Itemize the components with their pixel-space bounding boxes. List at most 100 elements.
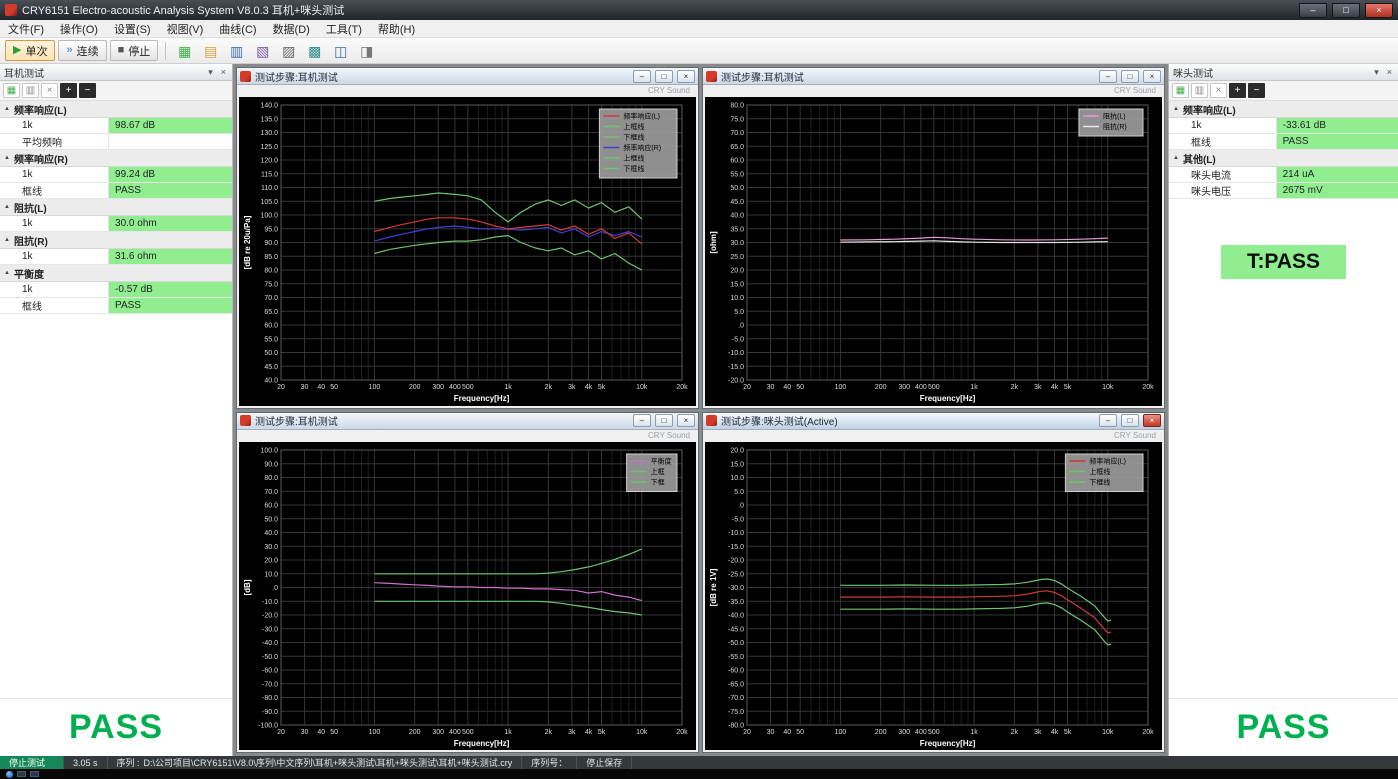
svg-text:90.0: 90.0 <box>264 240 278 247</box>
open-file-button[interactable]: ▤ <box>199 40 222 61</box>
chart-maximize-button[interactable]: □ <box>655 70 673 83</box>
result-group-2[interactable]: ▲频率响应(R) <box>0 150 232 167</box>
grid-view-button[interactable]: ▦ <box>1172 83 1189 98</box>
data-view-button[interactable]: ▩ <box>303 40 326 61</box>
collapse-all-button[interactable]: − <box>79 83 96 98</box>
group-expand-icon: ▲ <box>4 106 10 112</box>
taskbar-app-button[interactable] <box>30 771 39 777</box>
print-icon: ▨ <box>282 44 295 58</box>
group-name: 阻抗(L) <box>14 200 47 215</box>
menu-item-5[interactable]: 曲线(C) <box>211 20 264 38</box>
single-run-button[interactable]: ▶单次 <box>5 40 55 61</box>
chart-close-button[interactable]: × <box>1143 70 1161 83</box>
chart-window-titlebar[interactable]: 测试步骤:咪头测试(Active) –□ × <box>703 413 1164 430</box>
svg-text:Frequency[Hz]: Frequency[Hz] <box>454 739 510 748</box>
stop-run-button[interactable]: ■停止 <box>110 40 159 61</box>
headphone-results-table: ▲频率响应(L)1k98.67 dB平均频响▲频率响应(R)1k99.24 dB… <box>0 101 232 314</box>
start-button[interactable] <box>6 771 13 778</box>
layout-button[interactable]: ◫ <box>329 40 352 61</box>
chart-window-titlebar[interactable]: 测试步骤:耳机测试–□× <box>237 413 698 430</box>
chart-plot: 203040501002003004005001k2k3k4k5k10k20k-… <box>239 442 696 751</box>
open-file-icon: ▤ <box>204 44 217 58</box>
svg-text:10k: 10k <box>1102 729 1114 736</box>
svg-text:20k: 20k <box>676 384 688 391</box>
window-close-button[interactable]: × <box>1365 3 1393 18</box>
save-report-button[interactable]: ▧ <box>251 40 274 61</box>
svg-text:Frequency[Hz]: Frequency[Hz] <box>920 394 976 403</box>
svg-text:-75.0: -75.0 <box>728 708 744 715</box>
panel-close-icon[interactable]: × <box>1385 67 1394 77</box>
row-label: 1k <box>0 282 109 297</box>
svg-text:55.0: 55.0 <box>264 336 278 343</box>
menu-item-3[interactable]: 设置(S) <box>106 20 159 38</box>
result-group-4[interactable]: ▲阻抗(R) <box>0 232 232 249</box>
svg-text:1k: 1k <box>970 729 978 736</box>
windows-taskbar[interactable] <box>0 769 1398 779</box>
menu-item-4[interactable]: 视图(V) <box>159 20 212 38</box>
svg-text:10k: 10k <box>1102 384 1114 391</box>
svg-text:-5.0: -5.0 <box>732 516 744 523</box>
result-group-1[interactable]: ▲频率响应(L) <box>0 101 232 118</box>
result-group-1[interactable]: ▲频率响应(L) <box>1169 101 1398 118</box>
menu-item-7[interactable]: 工具(T) <box>318 20 370 38</box>
svg-text:3k: 3k <box>1034 384 1042 391</box>
chart-maximize-button[interactable]: □ <box>1121 414 1139 427</box>
chart-body: CRY Sound203040501002003004005001k2k3k4k… <box>703 85 1164 408</box>
chart-close-button[interactable]: × <box>677 414 695 427</box>
chart-window-4: 测试步骤:咪头测试(Active)–□×CRY Sound20304050100… <box>702 412 1165 754</box>
single-run-label: 单次 <box>25 43 47 59</box>
svg-text:1k: 1k <box>504 384 512 391</box>
clear-results-button[interactable]: × <box>41 83 58 98</box>
menu-item-6[interactable]: 数据(D) <box>265 20 318 38</box>
svg-text:115.0: 115.0 <box>261 171 278 178</box>
sequence-grid-icon: ▦ <box>178 44 191 58</box>
svg-text:45.0: 45.0 <box>730 199 744 206</box>
panel-close-icon[interactable]: × <box>219 67 228 77</box>
menu-item-8[interactable]: 帮助(H) <box>370 20 423 38</box>
chart-close-button[interactable]: × <box>677 70 695 83</box>
chart-maximize-button[interactable]: □ <box>655 414 673 427</box>
chart-minimize-button[interactable]: – <box>1099 414 1117 427</box>
group-name: 频率响应(R) <box>14 151 68 166</box>
chart-window-title: 测试步骤:咪头测试(Active) <box>721 413 838 428</box>
continuous-run-button[interactable]: »连续 <box>58 40 106 61</box>
svg-text:4k: 4k <box>1051 729 1059 736</box>
chart-window-titlebar[interactable]: 测试步骤:耳机测试–□× <box>237 68 698 85</box>
window-minimize-button[interactable]: – <box>1299 3 1327 18</box>
save-results-button[interactable]: ▥ <box>1191 83 1208 98</box>
save-button[interactable]: ▥ <box>225 40 248 61</box>
chart-close-button[interactable]: × <box>1143 414 1161 427</box>
svg-text:30.0: 30.0 <box>264 543 278 550</box>
chart-window-titlebar[interactable]: 测试步骤:耳机测试–□× <box>703 68 1164 85</box>
svg-text:5k: 5k <box>598 729 606 736</box>
taskbar-app-button[interactable] <box>17 771 26 777</box>
menu-item-1[interactable]: 文件(F) <box>0 20 52 38</box>
chart-minimize-button[interactable]: – <box>633 70 651 83</box>
sequence-grid-button[interactable]: ▦ <box>173 40 196 61</box>
expand-all-button[interactable]: + <box>60 83 77 98</box>
grid-view-button[interactable]: ▦ <box>3 83 20 98</box>
mic-panel-title: 咪头测试 <box>1173 65 1213 80</box>
columns-button[interactable]: ◨ <box>355 40 378 61</box>
print-button[interactable]: ▨ <box>277 40 300 61</box>
expand-all-button[interactable]: + <box>1229 83 1246 98</box>
window-maximize-button[interactable]: □ <box>1332 3 1360 18</box>
svg-text:40: 40 <box>783 729 791 736</box>
row-label: 1k <box>0 167 109 182</box>
columns-icon: ◨ <box>360 44 373 58</box>
chart-minimize-button[interactable]: – <box>633 414 651 427</box>
panel-menu-icon[interactable]: ▾ <box>206 67 215 78</box>
clear-results-button[interactable]: × <box>1210 83 1227 98</box>
result-group-3[interactable]: ▲阻抗(L) <box>0 199 232 216</box>
panel-menu-icon[interactable]: ▾ <box>1372 67 1381 78</box>
svg-text:300: 300 <box>898 384 910 391</box>
svg-text:上框线: 上框线 <box>1089 467 1110 476</box>
save-results-button[interactable]: ▥ <box>22 83 39 98</box>
result-group-5[interactable]: ▲平衡度 <box>0 265 232 282</box>
chart-maximize-button[interactable]: □ <box>1121 70 1139 83</box>
menu-item-2[interactable]: 操作(O) <box>52 20 106 38</box>
result-group-2[interactable]: ▲其他(L) <box>1169 150 1398 167</box>
collapse-all-button[interactable]: − <box>1248 83 1265 98</box>
chart-minimize-button[interactable]: – <box>1099 70 1117 83</box>
svg-text:500: 500 <box>462 729 474 736</box>
